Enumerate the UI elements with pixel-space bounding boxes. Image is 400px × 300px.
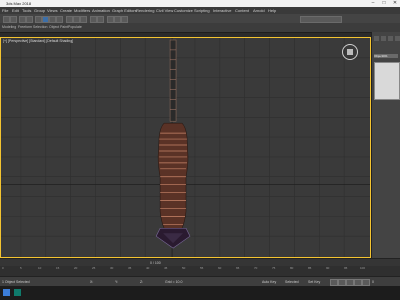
tick-label: 30 xyxy=(110,266,114,270)
workspace-dropdown[interactable] xyxy=(300,16,342,23)
tick-label: 20 xyxy=(74,266,78,270)
menu-interactive[interactable]: Interactive xyxy=(213,8,231,13)
previous-frame-icon[interactable] xyxy=(338,279,346,286)
menu-views[interactable]: Views xyxy=(47,8,58,13)
go-to-end-icon[interactable] xyxy=(362,279,370,286)
tick-label: 70 xyxy=(254,266,258,270)
viewcube-icon[interactable] xyxy=(342,44,358,60)
link-icon[interactable] xyxy=(19,16,26,23)
command-panel: Object001 xyxy=(371,32,400,258)
angle-snap-icon[interactable] xyxy=(73,16,80,23)
menu-modifiers[interactable]: Modifiers xyxy=(74,8,90,13)
set-key-button[interactable]: Set Key xyxy=(308,280,320,284)
ribbon: Modeling Freeform Selection Object Paint… xyxy=(0,23,400,33)
viewport-label[interactable]: [+] [Perspective] [Standard] [Default Sh… xyxy=(3,39,73,43)
ribbon-tab-modeling[interactable]: Modeling xyxy=(2,25,16,29)
ribbon-tab-selection[interactable]: Selection xyxy=(33,25,47,29)
viewport-grid xyxy=(1,38,370,257)
ribbon-tab-object-paint[interactable]: Object Paint xyxy=(49,25,68,29)
align-icon[interactable] xyxy=(97,16,104,23)
redo-icon[interactable] xyxy=(10,16,17,23)
tick-label: 100 xyxy=(360,266,366,270)
ribbon-tab-populate[interactable]: Populate xyxy=(68,25,82,29)
window-title: 3ds Max 2018 xyxy=(6,1,32,6)
menu-scripting[interactable]: Scripting xyxy=(194,8,210,13)
tick-label: 5 xyxy=(20,266,22,270)
maximize-button[interactable]: □ xyxy=(379,0,389,7)
go-to-start-icon[interactable] xyxy=(330,279,338,286)
tick-label: 55 xyxy=(200,266,204,270)
menu-arnold[interactable]: Arnold xyxy=(253,8,265,13)
next-frame-icon[interactable] xyxy=(354,279,362,286)
select-object-icon[interactable] xyxy=(35,16,42,23)
y-coordinate-label[interactable]: Y: xyxy=(115,280,118,284)
menu-customize[interactable]: Customize xyxy=(174,8,193,13)
tick-label: 10 xyxy=(38,266,42,270)
tick-label: 65 xyxy=(236,266,240,270)
menu-edit[interactable]: Edit xyxy=(12,8,19,13)
select-and-scale-icon[interactable] xyxy=(56,16,63,23)
tick-label: 60 xyxy=(218,266,222,270)
select-and-move-icon[interactable] xyxy=(42,16,49,23)
grid-readout: Grid = 10.0 xyxy=(165,280,183,284)
motion-tab-icon[interactable] xyxy=(395,36,400,41)
render-icon[interactable] xyxy=(121,16,128,23)
key-mode-dropdown[interactable]: Selected xyxy=(285,280,299,284)
play-icon[interactable] xyxy=(346,279,354,286)
tick-label: 95 xyxy=(344,266,348,270)
modifier-stack-list[interactable] xyxy=(374,62,400,100)
current-frame-field[interactable]: 0 xyxy=(372,280,374,284)
menu-rendering[interactable]: Rendering xyxy=(136,8,154,13)
unlink-icon[interactable] xyxy=(26,16,33,23)
menu-create[interactable]: Create xyxy=(60,8,72,13)
tick-label: 50 xyxy=(182,266,186,270)
tick-label: 85 xyxy=(308,266,312,270)
menu-content[interactable]: Content xyxy=(235,8,249,13)
material-editor-icon[interactable] xyxy=(107,16,114,23)
selection-status: 1 Object Selected xyxy=(2,280,30,284)
tick-label: 45 xyxy=(164,266,168,270)
os-taskbar xyxy=(0,286,400,300)
object-name-field[interactable]: Object001 xyxy=(374,54,398,58)
modify-tab-icon[interactable] xyxy=(381,36,386,41)
auto-key-button[interactable]: Auto Key xyxy=(262,280,276,284)
menu-file[interactable]: File xyxy=(2,8,8,13)
menu-graph-editors[interactable]: Graph Editors xyxy=(112,8,137,13)
ribbon-tab-freeform[interactable]: Freeform xyxy=(18,25,32,29)
tick-label: 35 xyxy=(128,266,132,270)
close-button[interactable]: ✕ xyxy=(390,0,400,7)
hierarchy-tab-icon[interactable] xyxy=(388,36,393,41)
undo-icon[interactable] xyxy=(3,16,10,23)
tick-label: 80 xyxy=(290,266,294,270)
tick-label: 0 xyxy=(2,266,4,270)
menu-help[interactable]: Help xyxy=(268,8,276,13)
tick-label: 40 xyxy=(146,266,150,270)
render-setup-icon[interactable] xyxy=(114,16,121,23)
tick-label: 90 xyxy=(326,266,330,270)
mirror-icon[interactable] xyxy=(90,16,97,23)
menu-civil-view[interactable]: Civil View xyxy=(156,8,173,13)
track-bar[interactable]: 0 5 10 15 20 25 30 35 40 45 50 55 60 65 … xyxy=(0,266,400,276)
tick-label: 15 xyxy=(56,266,60,270)
z-coordinate-label[interactable]: Z: xyxy=(140,280,143,284)
menu-group[interactable]: Group xyxy=(34,8,45,13)
snaps-toggle-icon[interactable] xyxy=(66,16,73,23)
start-icon[interactable] xyxy=(3,289,10,296)
x-coordinate-label[interactable]: X: xyxy=(90,280,93,284)
create-tab-icon[interactable] xyxy=(374,36,379,41)
menu-animation[interactable]: Animation xyxy=(92,8,110,13)
window-titlebar: 3ds Max 2018 – □ ✕ xyxy=(0,0,400,7)
perspective-viewport[interactable]: [+] [Perspective] [Standard] [Default Sh… xyxy=(0,37,371,258)
minimize-button[interactable]: – xyxy=(368,0,378,7)
tick-label: 25 xyxy=(92,266,96,270)
menu-tools[interactable]: Tools xyxy=(22,8,31,13)
frame-indicator: 0 / 100 xyxy=(150,261,161,265)
percent-snap-icon[interactable] xyxy=(80,16,87,23)
app-3dsmax-icon[interactable] xyxy=(14,289,21,296)
tick-label: 75 xyxy=(272,266,276,270)
select-and-rotate-icon[interactable] xyxy=(49,16,56,23)
